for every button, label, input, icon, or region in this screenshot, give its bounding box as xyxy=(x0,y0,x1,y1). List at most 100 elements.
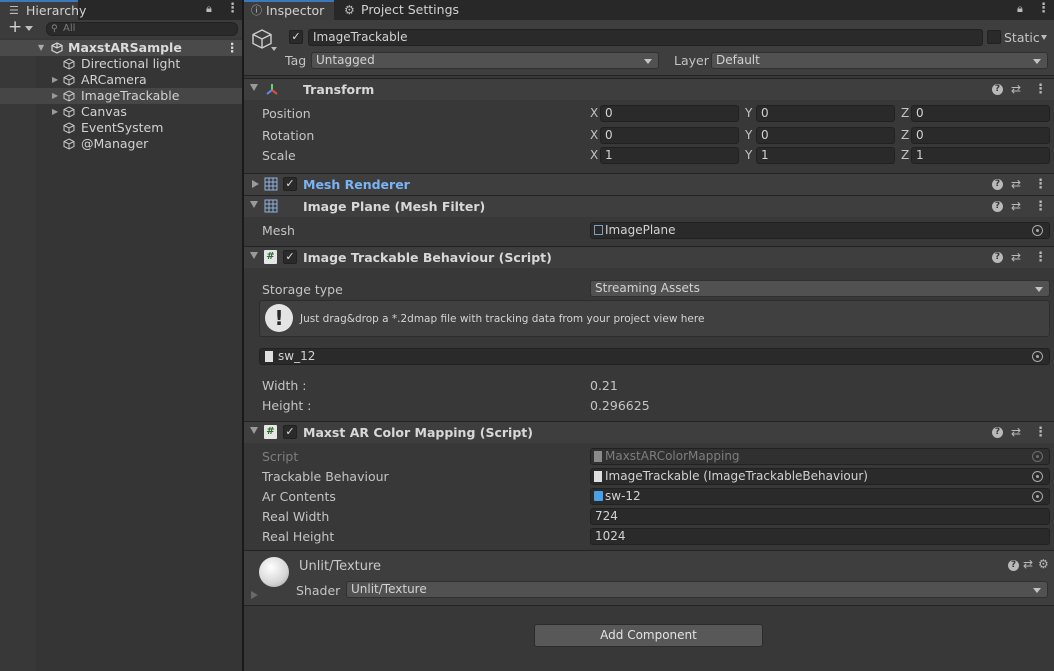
help-icon[interactable]: ? xyxy=(992,427,1003,438)
component-title: Image Trackable Behaviour (Script) xyxy=(303,250,552,265)
object-picker-icon[interactable] xyxy=(1032,225,1043,236)
mesh-value: ImagePlane xyxy=(605,223,676,237)
help-icon[interactable]: ? xyxy=(992,84,1003,95)
object-picker-icon[interactable] xyxy=(1032,351,1043,362)
fold-triangle-icon[interactable] xyxy=(250,84,258,91)
scale-x-field[interactable]: 1 xyxy=(600,147,739,164)
expand-triangle-icon[interactable]: ▼ xyxy=(38,40,44,56)
scene-kebab-icon[interactable]: ⋮ xyxy=(226,40,239,56)
position-y-field[interactable]: 0 xyxy=(756,105,895,122)
collapsed-triangle-icon[interactable]: ▶ xyxy=(52,88,58,104)
component-header-icons: ? ⇄ ⋮ xyxy=(992,177,1047,193)
tag-dropdown[interactable]: Untagged xyxy=(311,52,659,69)
rotation-y-field[interactable]: 0 xyxy=(756,127,895,144)
kebab-menu-icon[interactable]: ⋮ xyxy=(1037,1,1050,16)
kebab-menu-icon[interactable]: ⋮ xyxy=(226,1,239,16)
position-label: Position xyxy=(262,106,311,121)
hierarchy-item-label: EventSystem xyxy=(81,120,164,135)
ar-contents-field[interactable]: sw-12 xyxy=(590,488,1050,505)
lock-icon[interactable]: 🔒︎ xyxy=(1017,2,1023,16)
scale-z-field[interactable]: 1 xyxy=(911,147,1050,164)
storage-type-dropdown[interactable]: Streaming Assets xyxy=(590,280,1050,297)
gameobject-cube-icon xyxy=(63,106,75,118)
rotation-z-field[interactable]: 0 xyxy=(911,127,1050,144)
hierarchy-search-input[interactable]: ⚲ All xyxy=(46,22,238,36)
preset-sliders-icon[interactable]: ⇄ xyxy=(1011,177,1021,191)
tracking-file-field[interactable]: sw_12 xyxy=(259,348,1050,365)
tab-project-settings-label: Project Settings xyxy=(361,2,460,17)
add-icon[interactable]: + xyxy=(8,17,22,37)
mesh-renderer-enabled-checkbox[interactable]: ✓ xyxy=(283,177,297,191)
hierarchy-item-arcamera[interactable]: ▶ ARCamera xyxy=(0,72,242,88)
gear-icon[interactable]: ⚙ xyxy=(1038,557,1049,571)
mesh-filter-header[interactable]: Image Plane (Mesh Filter) ? ⇄ ⋮ xyxy=(244,195,1054,217)
material-name: Unlit/Texture xyxy=(299,559,382,574)
preset-sliders-icon[interactable]: ⇄ xyxy=(1023,557,1033,571)
add-dropdown-chevron-icon[interactable] xyxy=(25,26,33,31)
collapsed-triangle-icon[interactable]: ▶ xyxy=(52,72,58,88)
hierarchy-item-directional-light[interactable]: Directional light xyxy=(0,56,242,72)
mesh-object-field[interactable]: ImagePlane xyxy=(590,222,1050,239)
color-mapping-header[interactable]: # ✓ Maxst AR Color Mapping (Script) ? ⇄ ⋮ xyxy=(244,421,1054,443)
object-picker-icon[interactable] xyxy=(1032,471,1043,482)
tab-project-settings[interactable]: ⚙ Project Settings xyxy=(336,0,466,20)
hierarchy-item-manager[interactable]: @Manager xyxy=(0,136,242,152)
mesh-renderer-header[interactable]: ✓ Mesh Renderer ? ⇄ ⋮ xyxy=(244,173,1054,195)
real-width-field[interactable]: 724 xyxy=(590,508,1050,525)
fold-triangle-icon[interactable] xyxy=(250,201,258,208)
help-icon[interactable]: ? xyxy=(992,179,1003,190)
help-icon[interactable]: ? xyxy=(992,201,1003,212)
tab-inspector[interactable]: ⓘ Inspector xyxy=(244,0,334,20)
gameobject-cube-icon xyxy=(63,138,75,150)
icon-dropdown-chevron-icon[interactable] xyxy=(271,47,277,51)
object-picker-icon[interactable] xyxy=(1032,491,1043,502)
help-icon[interactable]: ? xyxy=(1008,560,1019,571)
hierarchy-item-eventsystem[interactable]: EventSystem xyxy=(0,120,242,136)
static-checkbox[interactable] xyxy=(987,30,1001,44)
preset-sliders-icon[interactable]: ⇄ xyxy=(1011,250,1021,264)
collapsed-triangle-icon[interactable]: ▶ xyxy=(52,104,58,120)
fold-triangle-icon[interactable] xyxy=(252,180,259,188)
kebab-menu-icon[interactable]: ⋮ xyxy=(1034,199,1047,214)
fold-triangle-icon[interactable] xyxy=(250,252,258,259)
fold-triangle-icon[interactable] xyxy=(250,427,258,434)
lock-icon[interactable]: 🔒︎ xyxy=(206,2,212,16)
image-trackable-behaviour-header[interactable]: # ✓ Image Trackable Behaviour (Script) ?… xyxy=(244,246,1054,268)
inspector-panel: ⓘ Inspector ⚙ Project Settings 🔒︎ ⋮ ✓ Im… xyxy=(244,0,1054,671)
kebab-menu-icon[interactable]: ⋮ xyxy=(1034,250,1047,265)
kebab-menu-icon[interactable]: ⋮ xyxy=(1034,177,1047,192)
preset-sliders-icon[interactable]: ⇄ xyxy=(1011,82,1021,96)
preset-sliders-icon[interactable]: ⇄ xyxy=(1011,199,1021,213)
hierarchy-item-label: @Manager xyxy=(81,136,149,151)
hierarchy-tabbar: ☰ Hierarchy 🔒︎ ⋮ xyxy=(0,0,242,20)
component-header-icons: ? ⇄ ⋮ xyxy=(992,425,1047,441)
real-height-field[interactable]: 1024 xyxy=(590,528,1050,545)
preset-sliders-icon[interactable]: ⇄ xyxy=(1011,425,1021,439)
inspector-tabbar: ⓘ Inspector ⚙ Project Settings 🔒︎ ⋮ xyxy=(244,0,1054,20)
color-mapping-enabled-checkbox[interactable]: ✓ xyxy=(283,425,297,439)
hierarchy-item-canvas[interactable]: ▶ Canvas xyxy=(0,104,242,120)
layer-dropdown[interactable]: Default xyxy=(711,52,1048,69)
itb-enabled-checkbox[interactable]: ✓ xyxy=(283,250,297,264)
position-x-field[interactable]: 0 xyxy=(600,105,739,122)
kebab-menu-icon[interactable]: ⋮ xyxy=(1034,425,1047,440)
trackable-behaviour-field[interactable]: ImageTrackable (ImageTrackableBehaviour) xyxy=(590,468,1050,485)
hierarchy-item-imagetrackable[interactable]: ▶ ImageTrackable xyxy=(0,88,242,104)
scale-y-field[interactable]: 1 xyxy=(756,147,895,164)
active-checkbox[interactable]: ✓ xyxy=(289,30,303,44)
static-dropdown-chevron-icon[interactable] xyxy=(1041,35,1047,40)
material-header-icons: ? ⇄ ⚙ xyxy=(1008,557,1050,572)
scene-row[interactable]: ▼ MaxstARSample ⋮ xyxy=(0,40,242,56)
script-hash-icon: # xyxy=(264,250,277,264)
hierarchy-item-label: ARCamera xyxy=(81,72,147,87)
material-fold-triangle-icon[interactable] xyxy=(251,591,258,599)
rotation-x-field[interactable]: 0 xyxy=(600,127,739,144)
tag-label: Tag xyxy=(285,53,307,68)
kebab-menu-icon[interactable]: ⋮ xyxy=(1034,82,1047,97)
help-icon[interactable]: ? xyxy=(992,252,1003,263)
position-z-field[interactable]: 0 xyxy=(911,105,1050,122)
add-component-button[interactable]: Add Component xyxy=(534,624,763,647)
transform-header[interactable]: Transform ? ⇄ ⋮ xyxy=(244,78,1054,100)
object-name-field[interactable]: ImageTrackable xyxy=(308,29,983,46)
shader-dropdown[interactable]: Unlit/Texture xyxy=(346,581,1048,598)
